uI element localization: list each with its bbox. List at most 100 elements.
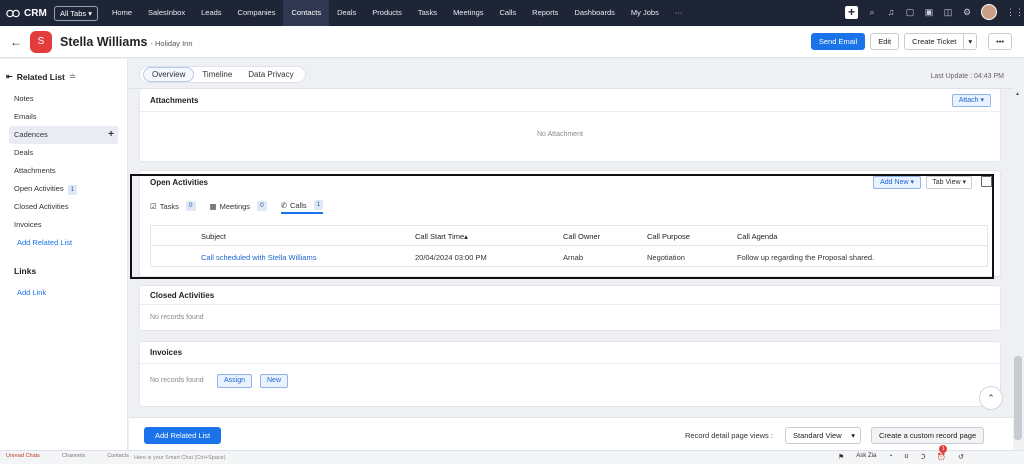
crm-logo[interactable]: CRM: [6, 8, 54, 19]
sidebar-item-closed-activities[interactable]: Closed Activities: [0, 198, 127, 216]
table-row[interactable]: Call scheduled with Stella Williams 20/0…: [151, 247, 987, 267]
bell-icon[interactable]: ♫: [886, 7, 896, 17]
scrollbar-thumb[interactable]: [1014, 356, 1022, 440]
related-list-sidebar: ⇤ Related List ≐ Notes Emails Cadences + …: [0, 59, 128, 450]
record-account[interactable]: - Holiday Inn: [150, 39, 192, 48]
search-icon[interactable]: ⌕: [867, 7, 877, 17]
attach-button[interactable]: Attach ▾: [951, 94, 991, 107]
main-content: Overview Timeline Data Privacy Last Upda…: [129, 59, 1013, 416]
assign-button[interactable]: Assign: [217, 374, 253, 388]
open-activities-title: Open Activities: [150, 178, 208, 187]
invoices-empty: No records found: [150, 377, 204, 384]
call-start-time: 20/04/2024 03:00 PM: [415, 253, 487, 262]
nav-item-more[interactable]: ···: [667, 0, 691, 26]
col-call-owner[interactable]: Call Owner: [563, 232, 600, 241]
nav-item-my-jobs[interactable]: My Jobs: [623, 0, 667, 26]
create-ticket-dropdown[interactable]: ▾: [964, 33, 978, 50]
signal-icon[interactable]: ʊ: [905, 453, 909, 461]
calls-table: Subject Call Start Time▴ Call Owner Call…: [150, 225, 988, 267]
marketplace-icon[interactable]: ◫: [943, 7, 953, 17]
call-subject-link[interactable]: Call scheduled with Stella Williams: [201, 253, 316, 262]
nav-item-contacts[interactable]: Contacts: [283, 0, 330, 26]
quick-create-icon[interactable]: +: [845, 5, 858, 19]
add-cadence-icon[interactable]: +: [108, 126, 114, 144]
announcement-icon[interactable]: ⚑: [838, 453, 844, 461]
activities-icon[interactable]: ▢: [905, 7, 915, 17]
add-new-activity-button[interactable]: Add New ▾: [873, 176, 921, 189]
nav-item-products[interactable]: Products: [364, 0, 410, 26]
sidebar-item-emails[interactable]: Emails: [0, 108, 127, 126]
alarm-icon[interactable]: ⏰ 1: [937, 445, 948, 461]
add-related-list-link[interactable]: Add Related List: [0, 234, 127, 252]
record-header: ← S Stella Williams - Holiday Inn Send E…: [0, 26, 1024, 58]
ask-zia-button[interactable]: Ask Zia: [856, 453, 876, 461]
sidebar-item-deals[interactable]: Deals: [0, 144, 127, 162]
activity-tabs: ☑ Tasks 0 ▦ Meetings 0 ✆ Calls 1: [150, 198, 324, 214]
nav-item-reports[interactable]: Reports: [524, 0, 566, 26]
nav-right-icons: + ⌕ ♫ ▢ ▣ ◫ ⚙ ⋮⋮: [845, 4, 1024, 20]
related-list-title: Related List: [16, 71, 65, 82]
nav-item-dashboards[interactable]: Dashboards: [566, 0, 622, 26]
add-link[interactable]: Add Link: [0, 284, 127, 302]
nav-item-calls[interactable]: Calls: [492, 0, 525, 26]
sidebar-item-cadences[interactable]: Cadences +: [9, 126, 118, 144]
history-icon[interactable]: ↺: [958, 453, 964, 461]
scroll-top-button[interactable]: ⌃: [979, 386, 1003, 410]
sidebar-item-notes[interactable]: Notes: [0, 90, 127, 108]
sidebar-item-open-activities[interactable]: Open Activities 1: [0, 180, 127, 198]
new-invoice-button[interactable]: New: [260, 374, 289, 388]
translate-icon[interactable]: ℑ: [921, 453, 926, 461]
tab-calls[interactable]: ✆ Calls 1: [280, 198, 324, 214]
tab-timeline[interactable]: Timeline: [194, 68, 240, 81]
tab-overview[interactable]: Overview: [143, 67, 195, 82]
more-actions-button[interactable]: •••: [988, 33, 1012, 50]
col-call-agenda[interactable]: Call Agenda: [737, 232, 777, 241]
all-tabs-button[interactable]: All Tabs ▾: [54, 5, 98, 21]
smart-chat-hint[interactable]: Here is your Smart Chat (Ctrl+Space): [134, 455, 226, 461]
sidebar-item-invoices[interactable]: Invoices: [0, 216, 127, 234]
unread-chats[interactable]: Unread Chats: [6, 453, 40, 459]
channels[interactable]: Channels: [62, 453, 85, 459]
reorder-icon[interactable]: ≐: [69, 71, 76, 82]
zia-icon[interactable]: ◔: [888, 453, 892, 461]
contacts-chat[interactable]: Contacts: [107, 453, 129, 459]
chevron-down-icon: ▾: [851, 431, 855, 440]
crm-label: CRM: [24, 7, 47, 19]
user-avatar[interactable]: [981, 4, 997, 20]
nav-item-meetings[interactable]: Meetings: [445, 0, 491, 26]
tab-view-dropdown[interactable]: Tab View ▾: [926, 176, 972, 189]
calendar-icon[interactable]: ▣: [924, 7, 934, 17]
edit-button[interactable]: Edit: [870, 33, 900, 50]
create-custom-record-page-button[interactable]: Create a custom record page: [871, 427, 985, 444]
apps-grid-icon[interactable]: ⋮⋮: [1006, 7, 1024, 17]
alarm-badge: 1: [939, 445, 948, 453]
tab-meetings[interactable]: ▦ Meetings 0: [210, 198, 267, 214]
create-ticket-button[interactable]: Create Ticket: [904, 33, 965, 50]
add-related-list-button[interactable]: Add Related List: [144, 427, 222, 444]
open-activities-section: Open Activities Add New ▾ Tab View ▾ ☑ Ta…: [139, 170, 1001, 277]
nav-item-leads[interactable]: Leads: [193, 0, 229, 26]
collapse-icon[interactable]: ⇤: [6, 72, 13, 81]
tab-tasks[interactable]: ☑ Tasks 0: [150, 198, 196, 214]
expand-icon[interactable]: [981, 176, 992, 187]
col-call-start-time[interactable]: Call Start Time▴: [415, 232, 468, 241]
record-name: Stella Williams: [60, 34, 148, 49]
send-email-button[interactable]: Send Email: [810, 33, 866, 50]
record-view-select[interactable]: Standard View ▾: [785, 427, 861, 444]
back-arrow-icon[interactable]: ←: [10, 35, 24, 49]
nav-item-home[interactable]: Home: [104, 0, 140, 26]
col-call-purpose[interactable]: Call Purpose: [647, 232, 690, 241]
nav-item-companies[interactable]: Companies: [230, 0, 284, 26]
col-subject[interactable]: Subject: [201, 232, 226, 241]
tasks-icon: ☑: [150, 201, 157, 211]
nav-items: Home SalesInbox Leads Companies Contacts Deal…: [104, 0, 690, 26]
nav-item-tasks[interactable]: Tasks: [410, 0, 445, 26]
gear-icon[interactable]: ⚙: [962, 7, 972, 17]
nav-item-salesinbox[interactable]: SalesInbox: [140, 0, 193, 26]
open-activities-count: 1: [67, 185, 78, 195]
crm-logo-icon: [6, 9, 20, 17]
nav-item-deals[interactable]: Deals: [329, 0, 364, 26]
tab-data-privacy[interactable]: Data Privacy: [240, 68, 301, 81]
scrollbar[interactable]: ▲: [1013, 88, 1023, 450]
sidebar-item-attachments[interactable]: Attachments: [0, 162, 127, 180]
